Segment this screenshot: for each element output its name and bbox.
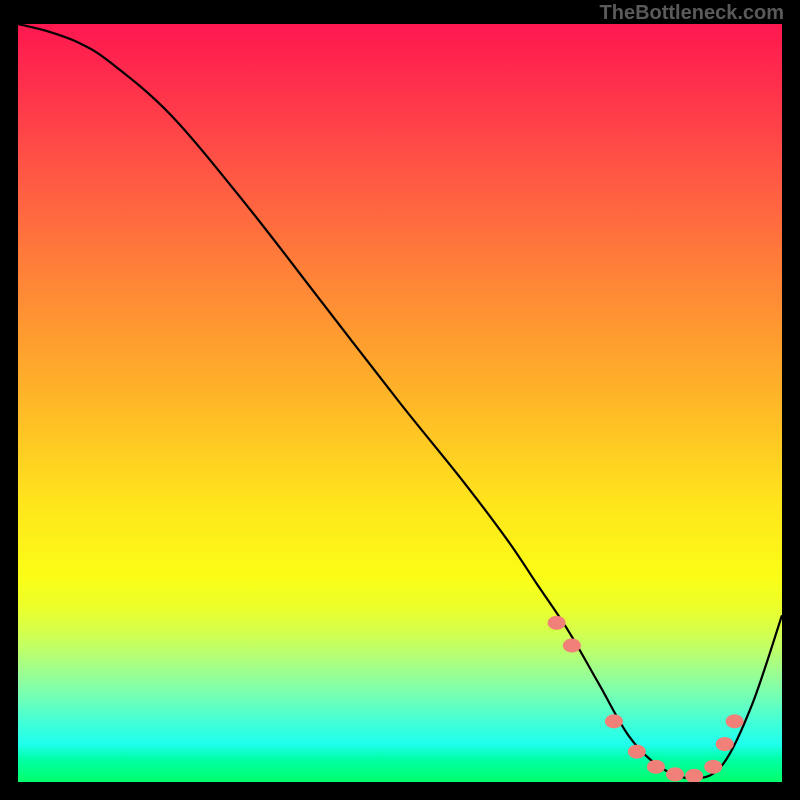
marker-dot [628, 745, 646, 759]
marker-dot [716, 737, 734, 751]
marker-dot [666, 767, 684, 781]
chart-plot-area [18, 24, 782, 782]
bottleneck-curve-line [18, 24, 782, 778]
marker-dot [563, 639, 581, 653]
chart-svg [18, 24, 782, 782]
marker-dot [685, 769, 703, 782]
marker-dot [548, 616, 566, 630]
marker-dot [704, 760, 722, 774]
watermark-text: TheBottleneck.com [600, 2, 784, 25]
marker-dot [605, 714, 623, 728]
marker-dot [726, 714, 744, 728]
marker-dots-group [548, 616, 744, 782]
marker-dot [647, 760, 665, 774]
